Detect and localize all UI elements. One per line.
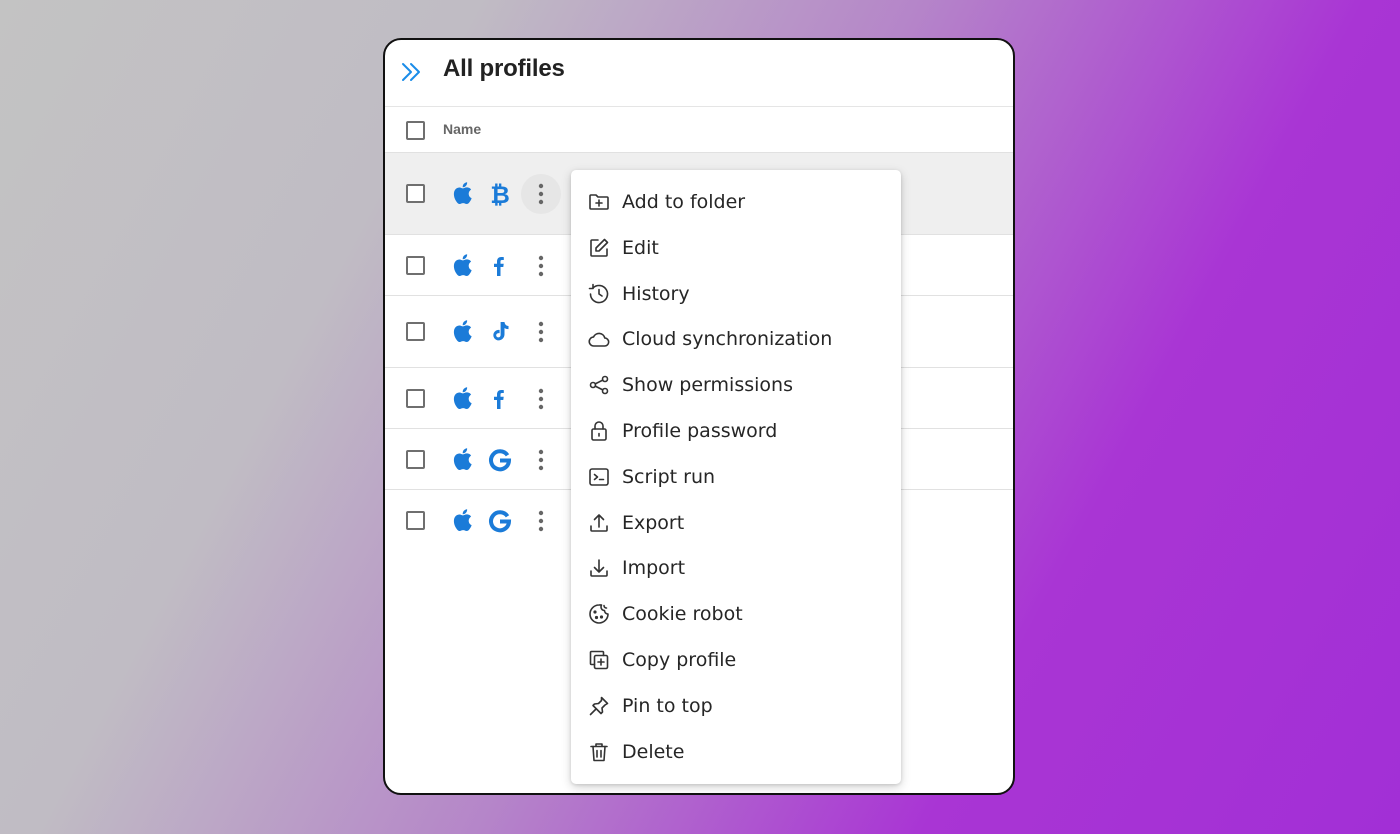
context-menu: Add to folder Edit History Cloud synchroniz… (571, 170, 901, 784)
vertical-dots-icon (538, 183, 544, 205)
menu-item-add-to-folder[interactable]: Add to folder (571, 180, 901, 224)
row-checkbox[interactable] (406, 184, 425, 203)
menu-item-profile-password[interactable]: Profile password (571, 409, 901, 453)
menu-item-edit[interactable]: Edit (571, 226, 901, 270)
menu-item-import[interactable]: Import (571, 546, 901, 590)
page-title: All profiles (443, 55, 565, 82)
apple-icon (449, 318, 473, 344)
more-options-button[interactable] (521, 174, 561, 214)
menu-item-copy-profile[interactable]: Copy profile (571, 638, 901, 682)
double-chevron-right-icon[interactable] (399, 59, 425, 85)
more-options-button[interactable] (521, 246, 561, 286)
row-checkbox[interactable] (406, 511, 425, 530)
menu-item-delete[interactable]: Delete (571, 730, 901, 774)
bitcoin-icon: ₿ (487, 181, 513, 209)
tiktok-icon (487, 319, 513, 345)
menu-item-label: Copy profile (622, 649, 737, 671)
google-icon (487, 508, 513, 534)
menu-item-label: Delete (622, 740, 685, 763)
facebook-icon (487, 386, 513, 412)
menu-item-export[interactable]: Export (571, 501, 901, 545)
menu-item-cookie-robot[interactable]: Cookie robot (571, 592, 901, 636)
menu-item-show-permissions[interactable]: Show permissions (571, 363, 901, 407)
menu-item-label: Cookie robot (622, 603, 743, 626)
vertical-dots-icon (538, 388, 544, 409)
select-all-checkbox[interactable] (406, 121, 425, 140)
menu-item-label: Show permissions (622, 374, 793, 397)
facebook-icon (487, 253, 513, 279)
more-options-button[interactable] (521, 379, 561, 419)
apple-icon (449, 180, 473, 206)
menu-item-label: Import (622, 557, 686, 580)
apple-icon (449, 385, 473, 411)
column-header-name[interactable]: Name (443, 121, 481, 137)
menu-item-label: Export (622, 511, 685, 534)
menu-item-label: Pin to top (622, 694, 713, 717)
header: All profiles (385, 40, 1013, 106)
menu-item-label: Edit (622, 236, 659, 259)
more-options-button[interactable] (521, 501, 561, 541)
menu-item-cloud-synchronization[interactable]: Cloud synchronization (571, 317, 901, 361)
row-checkbox[interactable] (406, 322, 425, 341)
menu-item-history[interactable]: History (571, 272, 901, 316)
menu-item-label: History (622, 282, 690, 305)
apple-icon (449, 507, 473, 533)
menu-item-label: Add to folder (622, 191, 746, 213)
menu-item-label: Profile password (622, 420, 778, 442)
menu-item-script-run[interactable]: Script run (571, 455, 901, 499)
svg-text:₿: ₿ (490, 181, 510, 207)
vertical-dots-icon (538, 321, 544, 343)
table-header: Name (385, 107, 1013, 152)
google-icon (487, 447, 513, 473)
row-checkbox[interactable] (406, 255, 425, 275)
row-checkbox[interactable] (406, 388, 425, 408)
menu-item-label: Script run (622, 465, 716, 488)
menu-item-pin-to-top[interactable]: Pin to top (571, 684, 901, 728)
menu-item-label: Cloud synchronization (622, 328, 833, 351)
more-options-button[interactable] (521, 312, 561, 352)
row-checkbox[interactable] (406, 449, 425, 469)
apple-icon (449, 252, 473, 278)
apple-icon (449, 446, 473, 472)
more-options-button[interactable] (521, 440, 561, 480)
vertical-dots-icon (538, 255, 544, 276)
vertical-dots-icon (538, 449, 544, 470)
vertical-dots-icon (538, 510, 544, 532)
